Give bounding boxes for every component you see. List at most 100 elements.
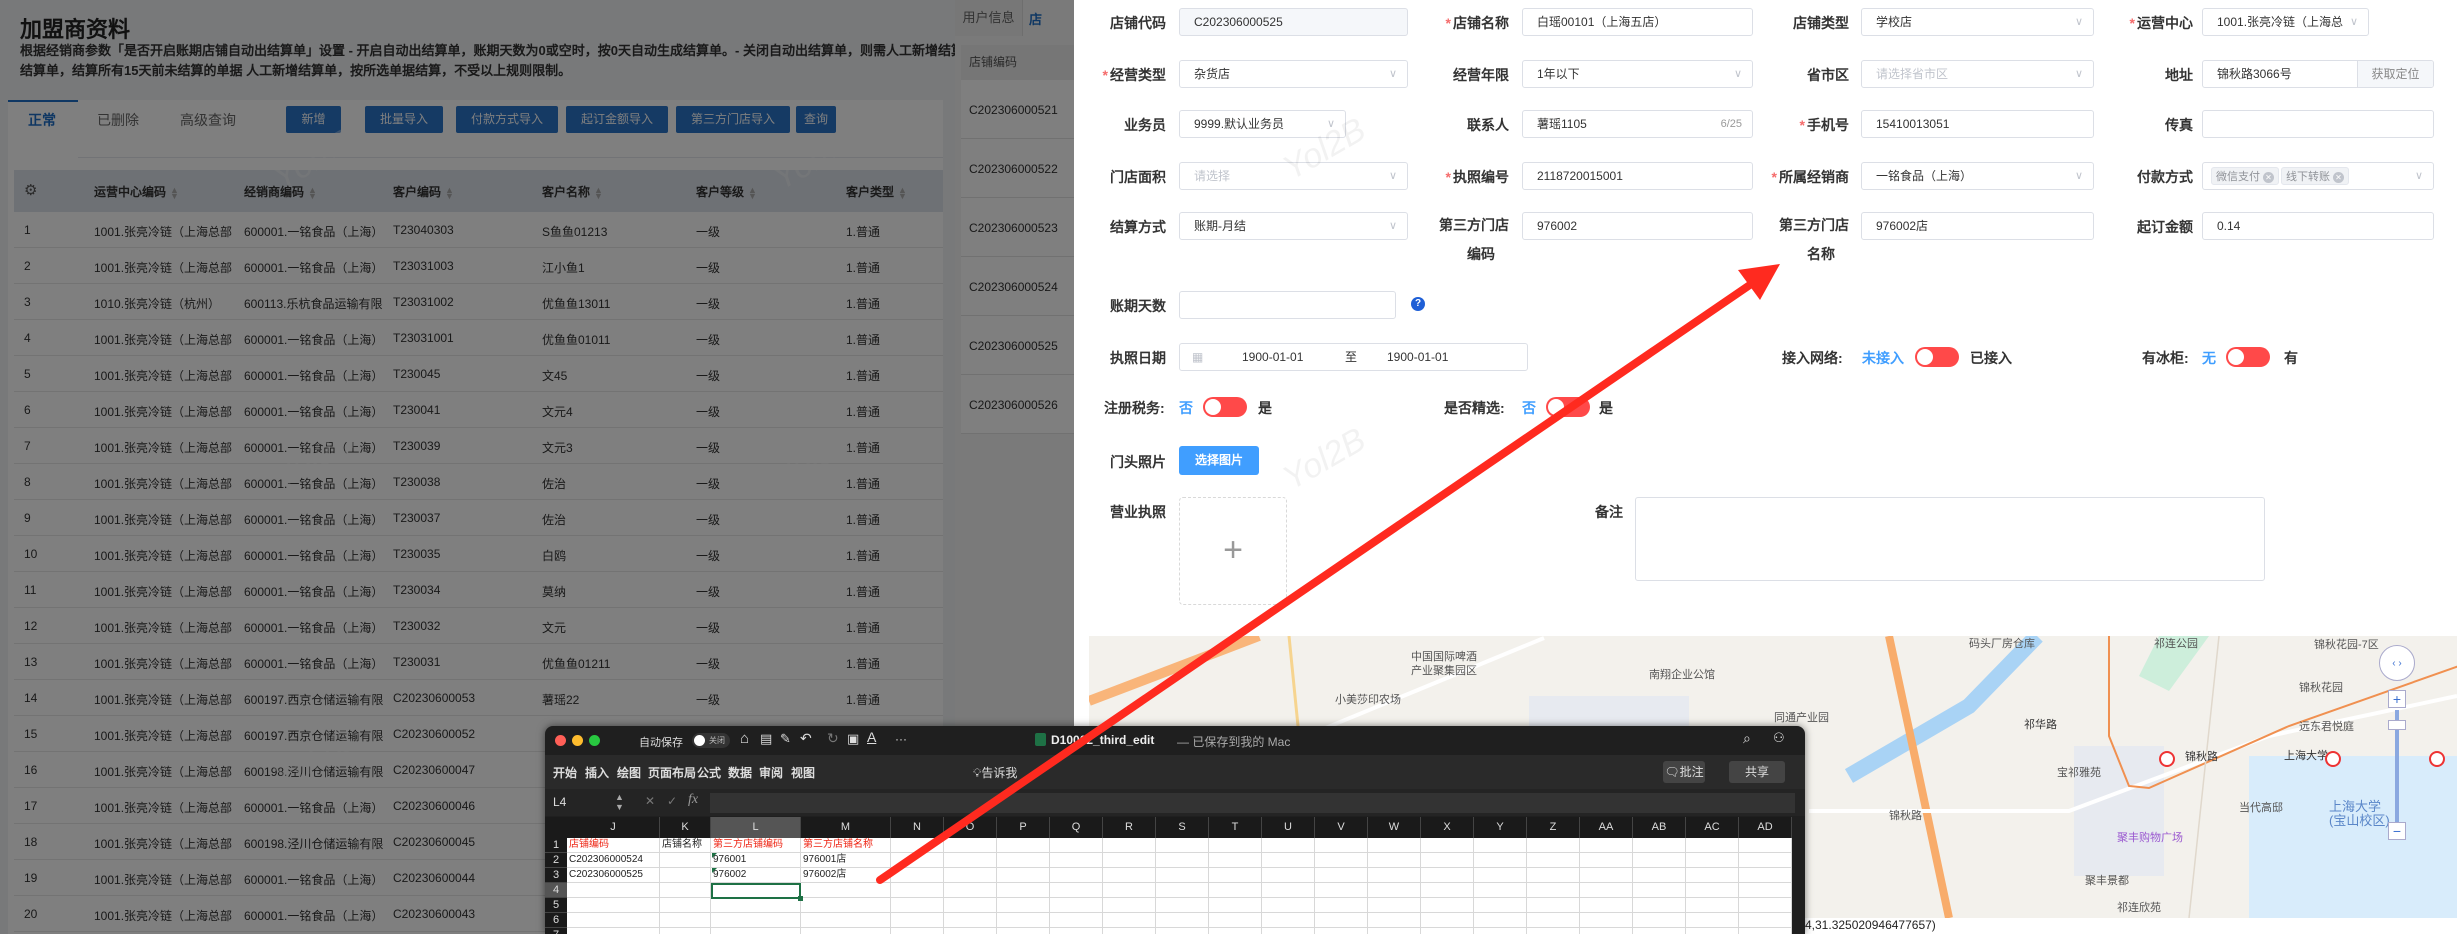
zoom-out-button[interactable]: −: [2388, 822, 2406, 840]
name-box[interactable]: L4: [553, 795, 566, 809]
spreadsheet-cell[interactable]: [997, 838, 1050, 853]
redo-icon[interactable]: ↻: [827, 730, 839, 747]
column-header[interactable]: V: [1315, 817, 1368, 838]
payment-tag[interactable]: 微信支付 ✕: [2211, 167, 2279, 185]
spreadsheet-cell[interactable]: [1633, 868, 1686, 883]
confirm-icon[interactable]: ✓: [667, 794, 677, 808]
spreadsheet-cell[interactable]: [1686, 838, 1739, 853]
column-header[interactable]: L: [711, 817, 801, 838]
zoom-slider-handle[interactable]: [2388, 720, 2406, 730]
featured-switch[interactable]: [1546, 397, 1590, 417]
spreadsheet-cell[interactable]: [997, 898, 1050, 913]
input-field[interactable]: 薯瑶1105 6/25: [1522, 110, 1753, 138]
spreadsheet-cell[interactable]: [1368, 868, 1421, 883]
spreadsheet-cell[interactable]: [1474, 838, 1527, 853]
spreadsheet-cell[interactable]: [1262, 913, 1315, 928]
row-header[interactable]: 4: [545, 883, 567, 898]
spreadsheet-cell[interactable]: 976001店: [801, 853, 891, 868]
spreadsheet-cell[interactable]: [1580, 868, 1633, 883]
spreadsheet-cell[interactable]: [1527, 928, 1580, 934]
ribbon-tab[interactable]: 开始: [553, 764, 577, 781]
choose-image-button[interactable]: 选择图片: [1179, 446, 1259, 475]
column-header[interactable]: K: [660, 817, 711, 838]
spreadsheet-cell[interactable]: [1686, 928, 1739, 934]
spreadsheet-cell[interactable]: [1050, 838, 1103, 853]
column-header[interactable]: W: [1368, 817, 1421, 838]
spreadsheet-cell[interactable]: [1474, 883, 1527, 898]
row-header[interactable]: 1: [545, 838, 567, 853]
spreadsheet-cell[interactable]: [1421, 883, 1474, 898]
spreadsheet-cell[interactable]: [1421, 913, 1474, 928]
column-header[interactable]: AD: [1739, 817, 1792, 838]
select-field[interactable]: 杂货店 ∨: [1179, 60, 1408, 88]
spreadsheet-cell[interactable]: [1739, 928, 1792, 934]
spreadsheet-cell[interactable]: [1156, 913, 1209, 928]
payment-tag[interactable]: 线下转账 ✕: [2281, 167, 2349, 185]
spreadsheet-cell[interactable]: [1103, 838, 1156, 853]
spreadsheet-cell[interactable]: [1262, 928, 1315, 934]
spreadsheet-cell[interactable]: [1262, 898, 1315, 913]
input-field[interactable]: 976002: [1522, 212, 1753, 240]
spreadsheet-cell[interactable]: [1633, 853, 1686, 868]
minimize-window-button[interactable]: [572, 735, 583, 746]
spreadsheet-cell[interactable]: [567, 913, 660, 928]
column-header[interactable]: P: [997, 817, 1050, 838]
spreadsheet-cell[interactable]: [1686, 868, 1739, 883]
spreadsheet-cell[interactable]: [1739, 868, 1792, 883]
spreadsheet-cell[interactable]: [1262, 868, 1315, 883]
spreadsheet-cell[interactable]: 第三方店铺名称: [801, 838, 891, 853]
input-field[interactable]: 锦秋路3066号 获取定位: [2202, 60, 2434, 88]
license-date-start[interactable]: 1900-01-01: [1242, 344, 1303, 370]
spreadsheet-cell[interactable]: 976002店: [801, 868, 891, 883]
spreadsheet-cell[interactable]: [1368, 853, 1421, 868]
column-header[interactable]: O: [944, 817, 997, 838]
map-pan-control[interactable]: ‹ ›: [2379, 645, 2415, 681]
row-header[interactable]: 3: [545, 868, 567, 883]
spreadsheet-cell[interactable]: [1103, 913, 1156, 928]
spreadsheet-cell[interactable]: [1103, 868, 1156, 883]
spreadsheet-cell[interactable]: [660, 868, 711, 883]
spreadsheet-cell[interactable]: [1421, 928, 1474, 934]
spreadsheet-cell[interactable]: [1739, 853, 1792, 868]
spreadsheet-cell[interactable]: [1580, 883, 1633, 898]
select-field[interactable]: 一铭食品（上海） ∨: [1861, 162, 2094, 190]
spreadsheet-cell[interactable]: [1156, 838, 1209, 853]
get-location-button[interactable]: 获取定位: [2357, 61, 2433, 87]
spreadsheet-cell[interactable]: [1209, 898, 1262, 913]
input-field[interactable]: C202306000525: [1179, 8, 1408, 36]
spreadsheet-cell[interactable]: [997, 928, 1050, 934]
name-box-stepper[interactable]: ▲ ▼: [615, 792, 624, 812]
row-header[interactable]: 5: [545, 898, 567, 913]
column-header[interactable]: J: [567, 817, 660, 838]
spreadsheet-cell[interactable]: [1580, 928, 1633, 934]
spreadsheet-cell[interactable]: 976001: [711, 853, 801, 868]
spreadsheet-cell[interactable]: [891, 853, 944, 868]
select-field[interactable]: 学校店 ∨: [1861, 8, 2094, 36]
spreadsheet-cell[interactable]: [1156, 853, 1209, 868]
spreadsheet-cell[interactable]: C202306000524: [567, 853, 660, 868]
spreadsheet-cell[interactable]: [801, 883, 891, 898]
spreadsheet-cell[interactable]: [944, 913, 997, 928]
ribbon-tab[interactable]: 审阅: [759, 764, 783, 781]
fx-icon[interactable]: fx: [688, 792, 698, 808]
spreadsheet-cell[interactable]: [660, 883, 711, 898]
spreadsheet-cell[interactable]: [1368, 913, 1421, 928]
spreadsheet-cell[interactable]: [1686, 913, 1739, 928]
spreadsheet-cell[interactable]: [711, 898, 801, 913]
select-field[interactable]: 请选择省市区 ∨: [1861, 60, 2094, 88]
row-header[interactable]: 2: [545, 853, 567, 868]
save-as-icon[interactable]: ✎: [780, 731, 791, 747]
column-header[interactable]: AA: [1580, 817, 1633, 838]
spreadsheet-cell[interactable]: [1156, 868, 1209, 883]
formula-input[interactable]: [710, 793, 1795, 813]
select-field[interactable]: 1001.张亮冷链（上海总 ∨: [2202, 8, 2369, 36]
tag-close-icon[interactable]: ✕: [2333, 172, 2344, 183]
spreadsheet-cell[interactable]: [1315, 883, 1368, 898]
ribbon-tab[interactable]: 视图: [791, 764, 815, 781]
undo-icon[interactable]: ↶: [800, 730, 812, 747]
ribbon-tab[interactable]: 插入: [585, 764, 609, 781]
spreadsheet-cell[interactable]: 976002: [711, 868, 801, 883]
spreadsheet-cell[interactable]: [1050, 913, 1103, 928]
spreadsheet-cell[interactable]: [711, 913, 801, 928]
close-window-button[interactable]: [555, 735, 566, 746]
